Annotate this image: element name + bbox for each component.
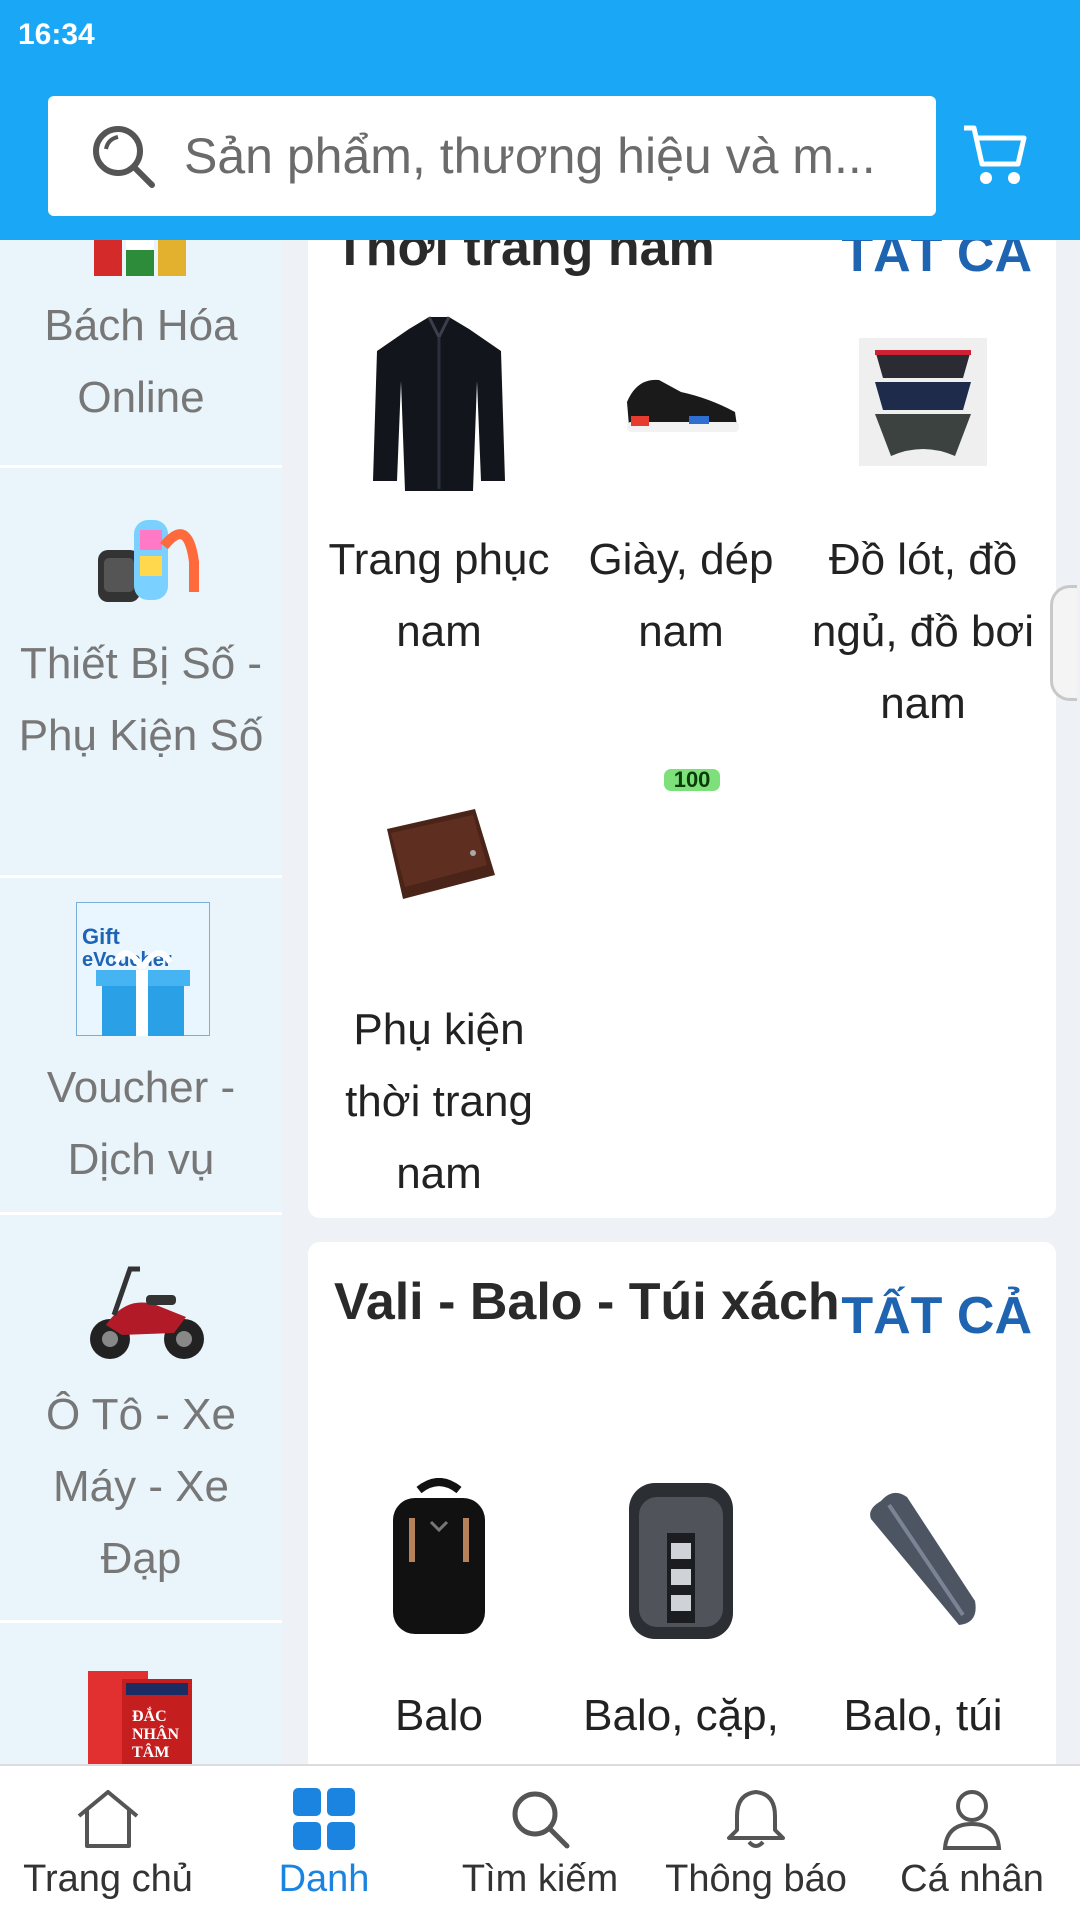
sidebar-item-bach-hoa[interactable]: Bách Hóa Online — [0, 240, 282, 468]
status-time: 16:34 — [18, 18, 95, 51]
subcategory-label: Balo — [394, 1691, 484, 1740]
sidebar-item-label: Voucher - Dịch vụ — [46, 1063, 236, 1184]
nav-categories[interactable]: Danh — [216, 1766, 432, 1922]
device-icon — [98, 520, 199, 602]
sidebar-item-thiet-bi-so[interactable]: Thiết Bị Số - Phụ Kiện Số — [0, 468, 282, 878]
search-icon — [93, 126, 155, 188]
nav-label: Tìm kiếm — [461, 1858, 619, 1900]
nav-search[interactable]: Tìm kiếm — [432, 1766, 648, 1922]
sidebar-item-xe[interactable]: Ô Tô - Xe Máy - Xe Đạp — [0, 1215, 282, 1623]
nav-home[interactable]: Trang chủ — [0, 1766, 216, 1922]
alarm-icon — [460, 768, 486, 794]
svg-text:NHÂN: NHÂN — [132, 1724, 180, 1743]
signal-icon — [505, 767, 535, 793]
cart-icon[interactable] — [960, 120, 1030, 190]
nav-profile[interactable]: Cá nhân — [864, 1766, 1080, 1922]
grid-icon — [293, 1788, 355, 1850]
gift-voucher-icon: Gift eVoucher — [76, 902, 210, 1036]
svg-text:TÂM: TÂM — [132, 1742, 169, 1761]
sidebar-item-sach[interactable]: ĐẮC NHÂN TÂM — [0, 1623, 282, 1764]
signal-icon-2 — [557, 767, 587, 793]
nav-label: Danh — [278, 1858, 370, 1900]
search-placeholder: Sản phẩm, thương hiệu và m... — [184, 128, 876, 184]
sidebar-item-voucher[interactable]: Gift eVoucher Voucher - Dịch vụ — [0, 878, 282, 1215]
nav-label: Thông báo — [665, 1858, 847, 1900]
app-header: 16:34 …0,9KB/s 100 Sản phẩm, thương hiệu… — [0, 0, 1080, 796]
sidebar-item-label: Ô Tô - Xe Máy - Xe Đạp — [46, 1390, 236, 1583]
category-sidebar: Bách Hóa Online Thiết Bị Số - Phụ Kiện S… — [0, 240, 282, 1764]
battery-indicator: 100 — [661, 766, 724, 794]
grocery-icon — [94, 240, 186, 276]
scroll-handle[interactable] — [1050, 585, 1077, 701]
home-icon — [77, 1790, 139, 1848]
nav-notifications[interactable]: Thông báo — [648, 1766, 864, 1922]
status-icons: …0,9KB/s 100 — [308, 18, 1056, 1542]
subcategory-label: Balo, túi — [843, 1691, 1003, 1740]
bell-icon — [727, 1790, 785, 1848]
bottom-nav: Trang chủ Danh Tìm kiếm Thông báo Cá nhâ… — [0, 1764, 1080, 1922]
search-icon — [512, 1791, 570, 1849]
nav-label: Trang chủ — [23, 1858, 193, 1900]
charging-icon — [739, 765, 754, 795]
sidebar-item-label: Bách Hóa Online — [44, 301, 238, 422]
svg-text:Gift: Gift — [82, 924, 121, 949]
user-icon — [942, 1790, 1002, 1850]
svg-text:ĐẮC: ĐẮC — [132, 1706, 167, 1725]
book-icon: ĐẮC NHÂN TÂM — [88, 1671, 192, 1764]
nav-label: Cá nhân — [900, 1858, 1044, 1900]
net-speed: …0,9KB/s — [308, 763, 444, 796]
sidebar-item-label: Thiết Bị Số - Phụ Kiện Số — [18, 639, 264, 760]
status-bar: 16:34 …0,9KB/s 100 — [0, 0, 1080, 796]
wifi-icon — [607, 766, 647, 793]
subcategory-label: Balo, cặp, — [583, 1691, 779, 1740]
search-input[interactable]: Sản phẩm, thương hiệu và m... — [48, 96, 936, 216]
motorbike-icon — [90, 1266, 204, 1359]
